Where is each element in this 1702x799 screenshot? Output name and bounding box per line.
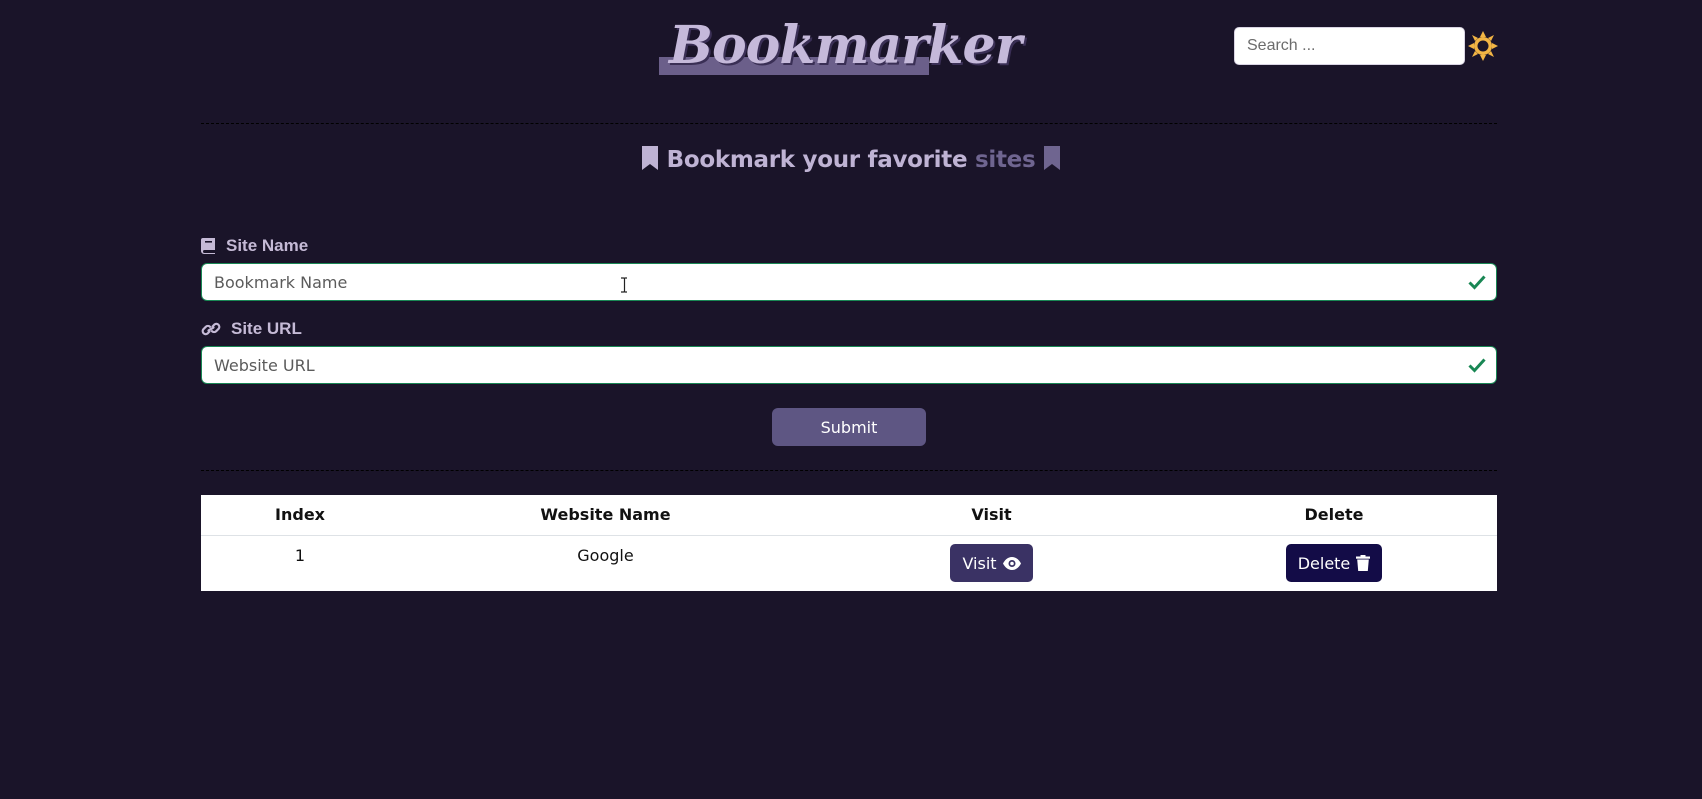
site-url-input[interactable]	[202, 347, 1496, 383]
logo-text: Bookmarker	[669, 15, 1022, 76]
page-headline: Bookmark your favorite sites	[0, 146, 1702, 173]
submit-button[interactable]: Submit	[772, 408, 926, 446]
delete-button[interactable]: Delete	[1285, 544, 1383, 582]
delete-button-label: Delete	[1297, 553, 1351, 573]
visit-button[interactable]: Visit	[950, 544, 1033, 582]
link-icon	[201, 322, 221, 336]
site-url-field-wrap	[201, 346, 1497, 384]
bookmark-icon	[1044, 146, 1061, 170]
headline-muted: sites	[974, 147, 1036, 173]
divider-top	[201, 123, 1497, 124]
check-icon	[1468, 275, 1486, 290]
site-name-field-wrap	[201, 263, 1497, 301]
site-name-label: Site Name	[201, 236, 308, 256]
page: Bookmarker Bookmark your favorite sites	[0, 0, 1702, 799]
book-icon	[201, 238, 215, 254]
delete-cell: Delete	[1171, 544, 1497, 582]
logo: Bookmarker	[659, 15, 1022, 76]
divider-bottom	[201, 470, 1497, 471]
visit-cell: Visit	[812, 544, 1171, 582]
headline-main: Bookmark your favorite	[666, 147, 968, 173]
bookmark-icon	[641, 146, 658, 170]
header-delete: Delete	[1304, 505, 1364, 524]
search-input[interactable]	[1234, 27, 1465, 65]
trash-icon	[1356, 555, 1371, 571]
header-index: Index	[275, 505, 325, 524]
header-visit: Visit	[971, 505, 1012, 524]
table-header: Index Website Name Visit Delete	[201, 495, 1497, 536]
row-index: 1	[294, 546, 306, 565]
header-website-name: Website Name	[540, 505, 671, 524]
site-url-label-text: Site URL	[231, 319, 302, 338]
site-name-input[interactable]	[202, 264, 1496, 300]
row-website-name: Google	[577, 546, 634, 565]
visit-button-label: Visit	[962, 553, 997, 573]
eye-icon	[1002, 556, 1021, 570]
table-row: 1 Google Visit Delete	[201, 536, 1497, 591]
site-url-label: Site URL	[201, 319, 302, 339]
text-cursor-icon	[621, 277, 627, 293]
bookmarks-table: Index Website Name Visit Delete 1 Google…	[201, 495, 1497, 591]
check-icon	[1468, 358, 1486, 373]
sun-icon[interactable]	[1468, 31, 1498, 61]
site-name-label-text: Site Name	[226, 236, 309, 255]
